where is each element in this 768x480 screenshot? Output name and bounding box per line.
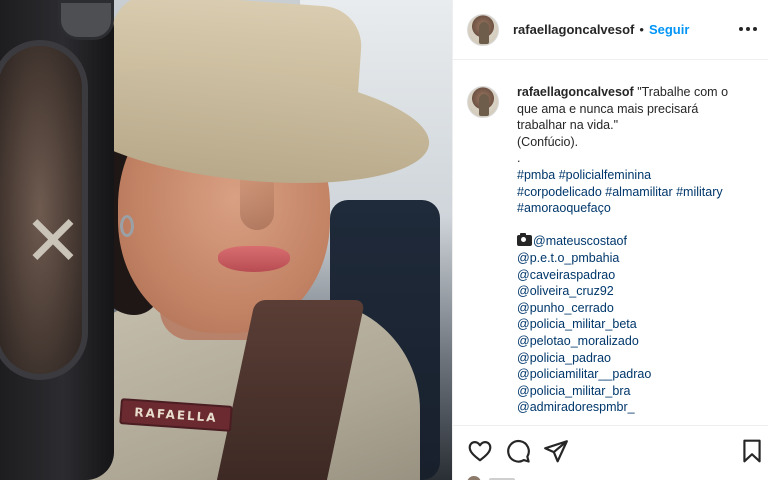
avatar-figure [479,21,489,44]
quote-line: que ama e nunca mais precisará [517,101,699,116]
more-options-icon[interactable] [735,17,761,41]
hashtag-line[interactable]: #corpodelicado #almamilitar #military [517,184,751,201]
quote-line: "Trabalhe com o [637,85,729,99]
mention-link[interactable]: @pelotao_moralizado [517,333,751,350]
avatar[interactable] [467,13,499,46]
hashtag-line[interactable]: #amoraoquefaço [517,200,751,217]
avatar-figure [479,94,489,116]
post-caption: rafaellagoncalvesof "Trabalhe com o que … [453,60,768,425]
post-photo[interactable]: RAFAELLA ✕ [0,0,452,480]
caption-dot: . [517,151,521,166]
mention-link[interactable]: @p.e.t.o_pmbahia [517,250,751,267]
caption-username[interactable]: rafaellagoncalvesof [517,85,634,99]
post-side-panel: rafaellagoncalvesof • Seguir rafaellagon… [452,0,768,480]
mention-link[interactable]: @policia_padrao [517,350,751,367]
likes-row-peek [467,476,627,480]
caption-gap [517,217,751,234]
header-separator: • [639,22,644,37]
mention-link[interactable]: @policia_militar_beta [517,316,751,333]
mention-link[interactable]: @caveiraspadrao [517,267,751,284]
camera-icon [517,233,532,247]
quote-author: (Confúcio). [517,134,579,149]
mention-link[interactable]: @oliveira_cruz92 [517,283,751,300]
post-actions [453,425,768,480]
liker-avatar [467,476,481,480]
quote-line: trabalhar na vida." [517,118,619,133]
caption-text: rafaellagoncalvesof "Trabalhe com o que … [517,84,751,416]
paper-plane-icon[interactable] [543,438,569,464]
follow-button[interactable]: Seguir [649,22,689,37]
police-emblem-patch: ✕ [0,0,114,480]
emblem-clip [58,0,114,40]
bookmark-icon[interactable] [739,438,765,464]
post-username[interactable]: rafaellagoncalvesof [513,22,634,37]
mention-link[interactable]: @policiamilitar__padrao [517,366,751,383]
mention-link[interactable]: @mateuscostaof [533,234,627,248]
lips [218,246,290,272]
post-header: rafaellagoncalvesof • Seguir [453,0,768,60]
comment-icon[interactable] [505,438,531,464]
earring [120,215,134,237]
mention-link[interactable]: @punho_cerrado [517,300,751,317]
emblem-shield: ✕ [0,40,88,380]
crossed-pistols-icon: ✕ [23,200,83,282]
heart-icon[interactable] [467,438,493,464]
caption-avatar[interactable] [467,86,499,118]
mention-link[interactable]: @policia_militar_bra [517,383,751,400]
hashtag-line[interactable]: #pmba #policialfeminina [517,167,751,184]
mention-link[interactable]: @admiradorespmbr_ [517,399,751,416]
